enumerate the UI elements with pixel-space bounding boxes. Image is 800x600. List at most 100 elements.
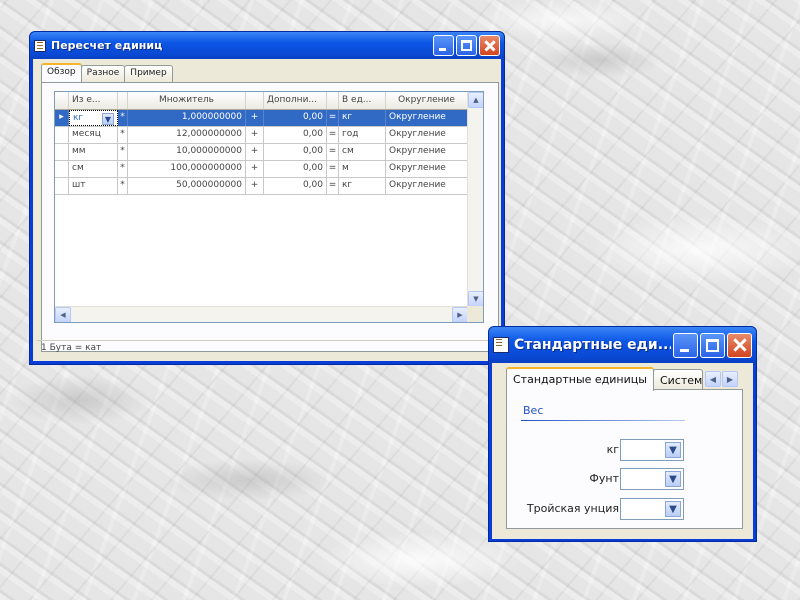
from-unit-cell[interactable]: месяц [69,127,118,143]
dropdown-arrow-icon[interactable]: ▼ [665,442,681,458]
window-titlebar[interactable]: Стандартные еди... [489,327,756,363]
multiply-operator: * [118,178,128,194]
from-unit-cell[interactable]: шт [69,178,118,194]
window-title: Пересчет единиц [51,39,163,52]
minimize-button[interactable] [433,35,454,56]
table-row[interactable]: ▸ кг ▼ * 1,000000000 + 0,00 = кг Округле… [55,110,483,127]
unit-combobox[interactable]: ▼ [620,439,684,461]
group-title-weight: Вес [523,404,544,417]
plus-operator: + [246,127,264,143]
additional-cell[interactable]: 0,00 [264,178,327,194]
unit-combobox[interactable]: ▼ [620,468,684,490]
header-from-unit[interactable]: Из е... [69,92,118,109]
unit-row-troy-ounce: Тройская унция ▼ [507,498,744,520]
additional-cell[interactable]: 0,00 [264,144,327,160]
row-indicator [55,127,69,143]
minimize-button[interactable] [673,332,698,358]
row-indicator: ▸ [55,110,69,126]
tab-strip: Стандартные единицы Систем ◀ ▶ [506,367,738,391]
tab-example[interactable]: Пример [124,65,173,82]
multiplier-cell[interactable]: 12,000000000 [128,127,246,143]
tab-scroll-right-icon[interactable]: ▶ [721,371,738,387]
rounding-cell[interactable]: Округление [386,144,468,160]
rounding-cell[interactable]: Округление [386,178,468,194]
group-divider [521,420,685,421]
maximize-button[interactable] [700,332,725,358]
maximize-button[interactable] [456,35,477,56]
plus-operator: + [246,161,264,177]
from-unit-cell[interactable]: мм [69,144,118,160]
equals-operator: = [327,110,339,126]
tab-strip: Обзор Разное Пример [41,63,173,82]
header-operator [118,92,128,109]
from-unit-cell[interactable]: кг ▼ [69,110,118,126]
header-to-unit[interactable]: В ед... [339,92,386,109]
plus-operator: + [246,110,264,126]
scroll-right-icon[interactable]: ▶ [452,307,468,322]
grid-header: Из е... Множитель Дополни... В ед... Окр… [55,92,483,110]
dropdown-arrow-icon[interactable]: ▼ [665,501,681,517]
scroll-up-icon[interactable]: ▲ [468,92,483,108]
to-unit-cell[interactable]: м [339,161,386,177]
table-row[interactable]: см * 100,000000000 + 0,00 = м Округление [55,161,483,178]
tab-standard-units[interactable]: Стандартные единицы [506,367,654,391]
close-button[interactable] [727,332,752,358]
tab-overview[interactable]: Обзор [41,63,82,82]
scroll-down-icon[interactable]: ▼ [468,291,483,307]
to-unit-cell[interactable]: кг [339,178,386,194]
multiplier-cell[interactable]: 10,000000000 [128,144,246,160]
to-unit-cell[interactable]: см [339,144,386,160]
row-indicator [55,144,69,160]
unit-row-kg: кг ▼ [507,439,744,461]
multiply-operator: * [118,110,128,126]
unit-label: кг [606,443,619,456]
window-title: Стандартные еди... [514,337,671,353]
tab-scroll-buttons: ◀ ▶ [704,371,738,387]
tab-systems[interactable]: Систем [652,369,703,391]
row-indicator [55,178,69,194]
plus-operator: + [246,144,264,160]
unit-combobox[interactable]: ▼ [620,498,684,520]
tab-misc[interactable]: Разное [80,65,126,82]
from-unit-cell[interactable]: см [69,161,118,177]
table-row[interactable]: мм * 10,000000000 + 0,00 = см Округление [55,144,483,161]
window-titlebar[interactable]: Пересчет единиц [30,32,504,59]
to-unit-cell[interactable]: год [339,127,386,143]
horizontal-scrollbar[interactable]: ◀ ▶ [55,306,468,322]
rounding-cell[interactable]: Округление [386,161,468,177]
dropdown-arrow-icon[interactable]: ▼ [665,471,681,487]
to-unit-cell[interactable]: кг [339,110,386,126]
dropdown-arrow-icon[interactable]: ▼ [102,113,114,125]
equals-operator: = [327,161,339,177]
rounding-cell[interactable]: Округление [386,110,468,126]
additional-cell[interactable]: 0,00 [264,110,327,126]
header-rounding[interactable]: Округление [386,92,468,109]
window-client-area: Обзор Разное Пример Из е... Множитель До… [33,59,501,361]
scroll-left-icon[interactable]: ◀ [55,307,71,322]
multiplier-cell[interactable]: 100,000000000 [128,161,246,177]
header-indicator [55,92,69,109]
additional-cell[interactable]: 0,00 [264,161,327,177]
unit-conversion-window: Пересчет единиц Обзор Разное Пример Из е… [29,31,505,365]
tab-panel-standard-units: Вес кг ▼ Фунт ▼ Тройская унция ▼ [506,389,743,529]
additional-cell[interactable]: 0,00 [264,127,327,143]
tab-scroll-left-icon[interactable]: ◀ [704,371,721,387]
header-multiplier[interactable]: Множитель [128,92,246,109]
from-unit-value: кг [73,113,84,123]
row-indicator [55,161,69,177]
header-equals [327,92,339,109]
table-row[interactable]: шт * 50,000000000 + 0,00 = кг Округление [55,178,483,195]
close-button[interactable] [479,35,500,56]
header-additional[interactable]: Дополни... [264,92,327,109]
header-plus [246,92,264,109]
unit-row-pound: Фунт ▼ [507,468,744,490]
multiply-operator: * [118,144,128,160]
table-row[interactable]: месяц * 12,000000000 + 0,00 = год Округл… [55,127,483,144]
multiplier-cell[interactable]: 50,000000000 [128,178,246,194]
vertical-scrollbar[interactable]: ▲ ▼ [467,92,483,307]
tab-panel-overview: Из е... Множитель Дополни... В ед... Окр… [41,82,499,352]
scrollbar-corner [467,306,483,322]
multiplier-cell[interactable]: 1,000000000 [128,110,246,126]
window-client-area: Стандартные единицы Систем ◀ ▶ Вес кг ▼ … [492,363,753,539]
rounding-cell[interactable]: Округление [386,127,468,143]
